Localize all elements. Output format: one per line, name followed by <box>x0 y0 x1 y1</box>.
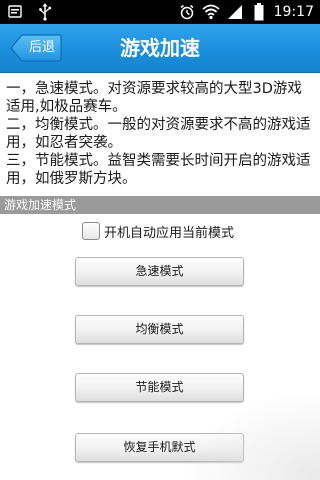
back-button-label: 后退 <box>28 40 55 55</box>
notification-icon <box>6 3 24 21</box>
title-bar: 后退 游戏加速 <box>0 24 320 73</box>
description-line: 一，急速模式。对资源要求较高的大型3D游戏适用,如极品赛车。 <box>6 81 302 115</box>
description-line: 二，均衡模式。一般的对资源要求不高的游戏适用，如忍者突袭。 <box>6 117 311 151</box>
alarm-icon <box>178 3 196 21</box>
description-line: 三，节能模式。益智类需要长时间开启的游戏适用，如俄罗斯方块。 <box>6 153 311 187</box>
fast-mode-button[interactable]: 急速模式 <box>75 257 244 286</box>
mode-description: 一，急速模式。对资源要求较高的大型3D游戏适用,如极品赛车。 二，均衡模式。一般… <box>6 80 316 188</box>
power-save-mode-button[interactable]: 节能模式 <box>75 373 244 402</box>
auto-apply-label: 开机自动应用当前模式 <box>104 225 235 241</box>
section-header: 游戏加速模式 <box>0 196 320 214</box>
status-time: 19:17 <box>273 4 314 20</box>
wifi-icon <box>202 3 220 21</box>
status-bar: 19:17 <box>0 0 320 24</box>
auto-apply-row[interactable]: 开机自动应用当前模式 <box>82 220 234 242</box>
battery-icon <box>250 3 268 21</box>
usb-icon <box>36 3 54 21</box>
balanced-mode-button[interactable]: 均衡模式 <box>75 315 244 344</box>
signal-icon <box>226 3 244 21</box>
auto-apply-checkbox[interactable] <box>82 222 100 240</box>
back-button[interactable]: 后退 <box>10 34 62 62</box>
restore-default-button[interactable]: 恢复手机默式 <box>75 433 244 462</box>
